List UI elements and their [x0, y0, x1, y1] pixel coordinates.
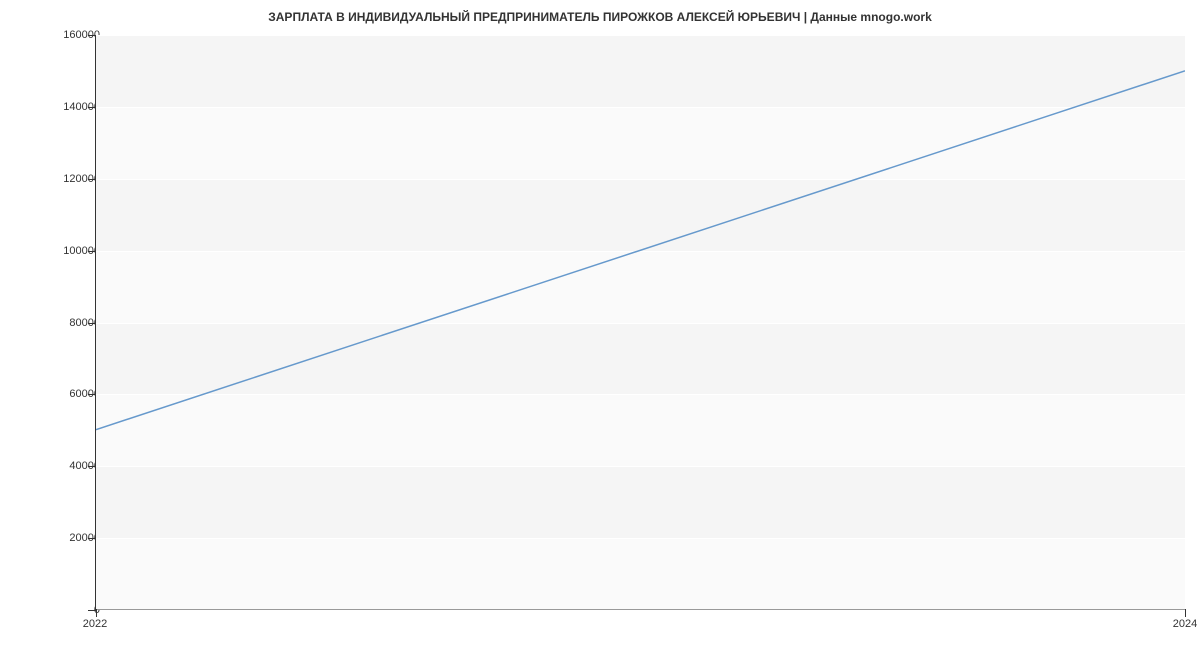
grid-line [96, 538, 1185, 539]
x-tick-label: 2022 [83, 618, 107, 630]
grid-line [96, 179, 1185, 180]
chart-title: ЗАРПЛАТА В ИНДИВИДУАЛЬНЫЙ ПРЕДПРИНИМАТЕЛ… [0, 10, 1200, 24]
grid-line [96, 107, 1185, 108]
x-tick [96, 609, 97, 617]
grid-line [96, 323, 1185, 324]
y-tick [88, 466, 96, 467]
y-tick [88, 251, 96, 252]
grid-line [96, 251, 1185, 252]
chart-container: ЗАРПЛАТА В ИНДИВИДУАЛЬНЫЙ ПРЕДПРИНИМАТЕЛ… [0, 0, 1200, 650]
grid-band [96, 538, 1185, 610]
plot-area [95, 35, 1185, 610]
y-tick [88, 179, 96, 180]
grid-line [96, 394, 1185, 395]
x-tick [1185, 609, 1186, 617]
y-tick [88, 323, 96, 324]
grid-band [96, 251, 1185, 323]
grid-band [96, 394, 1185, 466]
y-tick [88, 107, 96, 108]
grid-line [96, 35, 1185, 36]
y-tick [88, 394, 96, 395]
y-tick [88, 610, 96, 611]
y-tick [88, 35, 96, 36]
grid-band [96, 107, 1185, 179]
x-tick-label: 2024 [1173, 618, 1197, 630]
grid-line [96, 466, 1185, 467]
y-tick [88, 538, 96, 539]
